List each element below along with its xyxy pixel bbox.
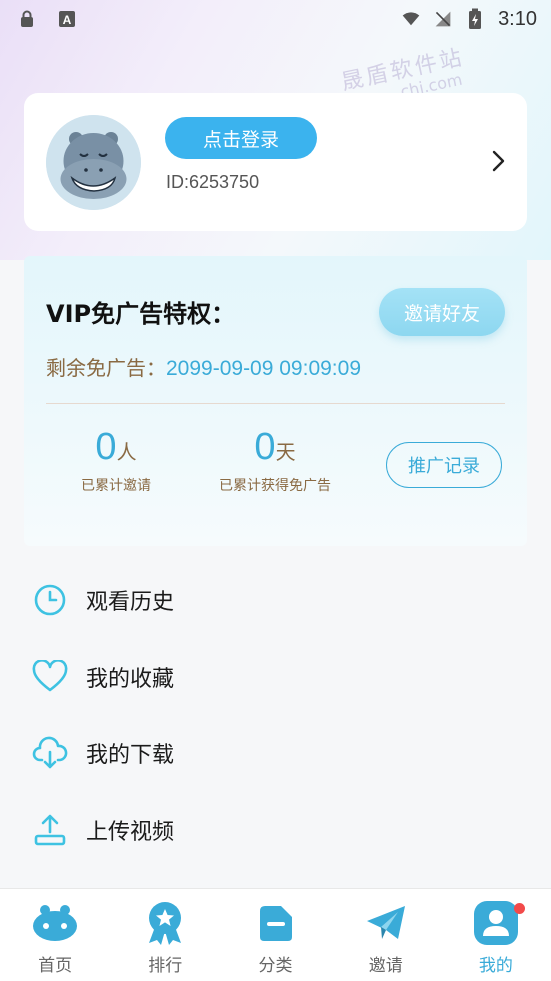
hippo-home-icon	[32, 901, 78, 945]
menu-label: 我的下载	[86, 743, 175, 768]
menu-label: 我的收藏	[86, 667, 175, 692]
upload-icon	[32, 812, 68, 848]
hippo-avatar-icon	[46, 115, 141, 210]
ad-free-days-label: 已累计获得免广告	[219, 478, 331, 494]
tab-category[interactable]: 分类	[220, 889, 330, 981]
ad-free-days-unit: 天	[275, 440, 296, 464]
menu-label: 观看历史	[86, 590, 175, 615]
profile-card[interactable]: 点击登录 ID:6253750	[24, 93, 527, 231]
invited-stat: 0人 已累计邀请	[46, 426, 186, 495]
tab-label: 分类	[258, 956, 293, 976]
chevron-right-icon[interactable]	[489, 149, 509, 173]
battery-charging-icon	[466, 8, 484, 29]
status-bar: A 3:10	[0, 0, 551, 38]
promotion-records-button[interactable]: 推广记录	[386, 442, 502, 488]
user-id: ID:6253750	[166, 172, 260, 192]
tab-label: 首页	[38, 956, 73, 976]
vip-title: VIP免广告特权：	[46, 300, 236, 328]
menu-item-downloads[interactable]: 我的下载	[32, 728, 512, 778]
remaining-ad-free-value: 2099-09-09 09:09:09	[166, 357, 361, 380]
invite-friends-button[interactable]: 邀请好友	[379, 288, 505, 336]
avatar[interactable]	[46, 115, 141, 210]
invited-count: 0	[95, 426, 117, 468]
bottom-tab-bar: 首页 排行 分类 邀请 我的	[0, 888, 551, 981]
category-icon	[253, 901, 299, 945]
clock-icon	[32, 582, 68, 618]
svg-text:A: A	[63, 13, 72, 27]
tab-invite[interactable]: 邀请	[331, 889, 441, 981]
profile-icon	[473, 901, 519, 945]
remaining-ad-free-label: 剩余免广告：	[46, 356, 166, 380]
menu-item-upload-video[interactable]: 上传视频	[32, 805, 512, 855]
lock-notification-icon	[18, 10, 36, 28]
tab-mine[interactable]: 我的	[441, 889, 551, 981]
ad-free-days-count: 0	[254, 426, 276, 468]
invited-label: 已累计邀请	[81, 478, 151, 494]
login-button[interactable]: 点击登录	[165, 117, 317, 159]
menu-label: 上传视频	[86, 820, 175, 845]
tab-home[interactable]: 首页	[0, 889, 110, 981]
ranking-badge-icon	[142, 901, 188, 945]
tab-ranking[interactable]: 排行	[110, 889, 220, 981]
invited-unit: 人	[116, 440, 137, 464]
vip-divider	[46, 403, 505, 404]
wifi-icon	[402, 10, 420, 28]
menu-item-favorites[interactable]: 我的收藏	[32, 652, 512, 702]
tab-label: 邀请	[368, 956, 403, 976]
font-app-icon: A	[58, 10, 76, 28]
ad-free-days-stat: 0天 已累计获得免广告	[204, 426, 346, 495]
heart-icon	[32, 659, 68, 695]
no-signal-icon	[434, 10, 452, 28]
notification-dot	[513, 903, 525, 914]
status-time: 3:10	[498, 7, 537, 30]
menu-item-watch-history[interactable]: 观看历史	[32, 575, 512, 625]
tab-label: 我的	[478, 956, 513, 976]
cloud-download-icon	[32, 735, 68, 771]
paper-plane-icon	[363, 901, 409, 945]
tab-label: 排行	[148, 956, 183, 976]
remaining-ad-free: 剩余免广告：2099-09-09 09:09:09	[46, 352, 361, 381]
vip-card: VIP免广告特权： 邀请好友 剩余免广告：2099-09-09 09:09:09…	[24, 256, 527, 546]
